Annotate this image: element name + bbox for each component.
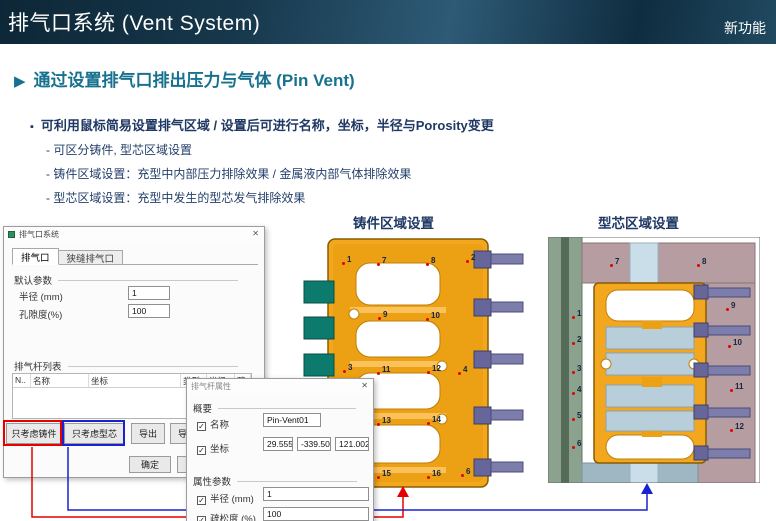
- close-icon[interactable]: ✕: [361, 381, 368, 390]
- porosity-checkbox[interactable]: 疏松度 (%): [197, 511, 256, 521]
- prop-porosity-input[interactable]: 100: [263, 507, 369, 521]
- porosity-input[interactable]: 100: [128, 304, 170, 318]
- sub-bullet-3: - 型芯区域设置：充型中发生的型芯发气排除效果: [46, 189, 305, 206]
- default-params-group: 默认参数: [14, 273, 238, 287]
- export-button-1[interactable]: 导出: [131, 423, 165, 444]
- vent-pin-list-group: 排气杆列表: [14, 359, 238, 373]
- porosity-label: 孔隙度(%): [19, 307, 62, 321]
- core-3d-model: [548, 237, 760, 483]
- section-heading: ▶ 通过设置排气口排出压力与气体 (Pin Vent): [14, 66, 355, 91]
- prop-dialog-title: 排气杆属性: [191, 382, 231, 391]
- checkbox-checked-icon[interactable]: [197, 516, 206, 521]
- checkbox-checked-icon[interactable]: [197, 496, 206, 505]
- coord-x-input[interactable]: 29.5555: [263, 437, 293, 451]
- red-highlight-box: [3, 420, 62, 446]
- table-header-cell: N..: [13, 374, 31, 387]
- chill-blocks: [304, 281, 334, 376]
- coord-y-input[interactable]: -339.505: [297, 437, 331, 451]
- table-header-cell: 坐标: [89, 374, 181, 387]
- prop-dialog-titlebar[interactable]: 排气杆属性 ✕: [187, 379, 373, 393]
- checkbox-checked-icon[interactable]: [197, 422, 206, 431]
- sub-bullet-1: - 可区分铸件, 型芯区域设置: [46, 141, 192, 158]
- vent-pin-properties-dialog: 排气杆属性 ✕ 概要 名称 Pin-Vent01 坐标 29.5555 -339…: [186, 378, 374, 521]
- core-region-image: 123456789101112: [548, 237, 760, 483]
- dialog-titlebar[interactable]: 排气口系统 ✕: [4, 227, 264, 241]
- prop-radius-input[interactable]: 1: [263, 487, 369, 501]
- sub-bullet-2: - 铸件区域设置：充型中内部压力排除效果 / 金属液内部气体排除效果: [46, 165, 411, 182]
- radius-input[interactable]: 1: [128, 286, 170, 300]
- radius-label: 半径 (mm): [19, 289, 63, 303]
- core-figure-label: 型芯区域设置: [598, 212, 679, 232]
- table-header-cell: 名称: [31, 374, 89, 387]
- app-icon: [8, 231, 15, 238]
- tab-slit-vent[interactable]: 狭缝排气口: [58, 250, 124, 265]
- slide: 排气口系统 (Vent System) 新功能 ▶ 通过设置排气口排出压力与气体 …: [0, 0, 776, 521]
- page-title: 排气口系统 (Vent System): [8, 7, 260, 37]
- name-checkbox[interactable]: 名称: [197, 417, 229, 431]
- header-bar: 排气口系统 (Vent System) 新功能: [0, 0, 776, 44]
- tab-pin-vent[interactable]: 排气口: [12, 248, 59, 265]
- coord-z-input[interactable]: 121.002: [335, 437, 369, 451]
- blue-highlight-box: [62, 420, 125, 446]
- new-feature-badge: 新功能: [724, 18, 766, 38]
- coord-checkbox[interactable]: 坐标: [197, 441, 229, 455]
- triangle-bullet-icon: ▶: [14, 73, 26, 90]
- main-bullet: 可利用鼠标简易设置排气区域 / 设置后可进行名称，坐标，半径与Porosity变…: [30, 115, 494, 134]
- name-input[interactable]: Pin-Vent01: [263, 413, 321, 427]
- dialog-tabs: 排气口 狭缝排气口: [12, 248, 123, 265]
- radius-checkbox[interactable]: 半径 (mm): [197, 491, 254, 505]
- dialog-title: 排气口系统: [19, 230, 59, 239]
- checkbox-checked-icon[interactable]: [197, 446, 206, 455]
- property-params-group: 属性参数: [193, 474, 357, 488]
- close-icon[interactable]: ✕: [252, 229, 259, 238]
- casting-figure-label: 铸件区域设置: [353, 212, 434, 232]
- ok-button[interactable]: 确定: [129, 456, 171, 473]
- section-heading-text: 通过设置排气口排出压力与气体 (Pin Vent): [34, 71, 355, 90]
